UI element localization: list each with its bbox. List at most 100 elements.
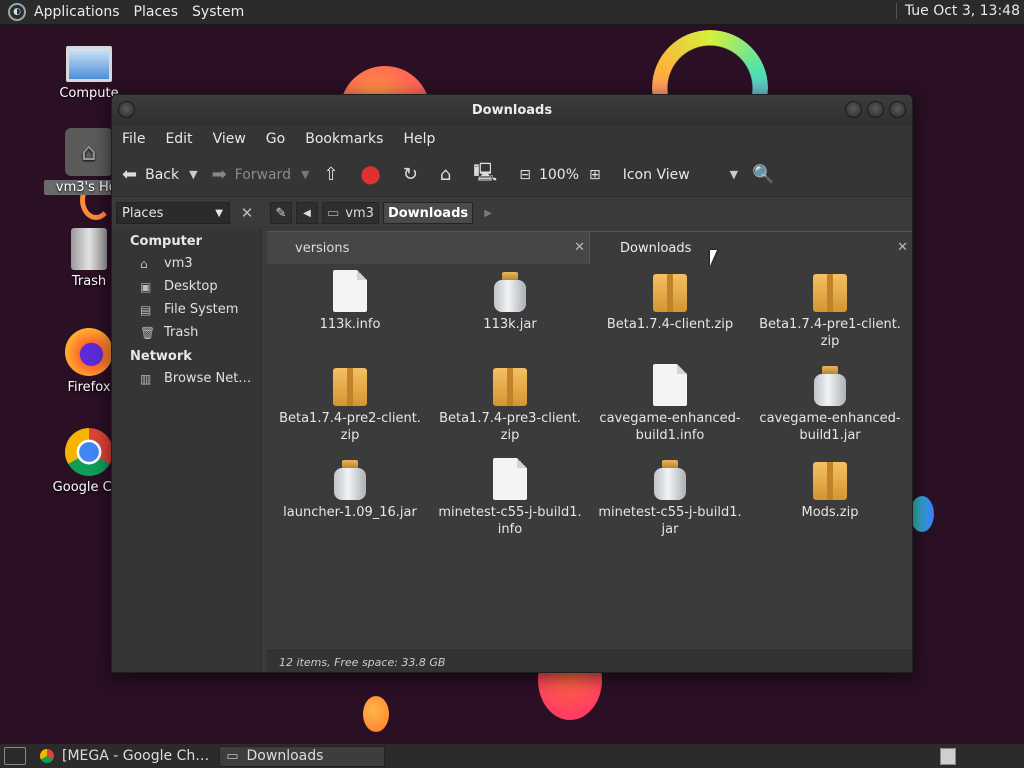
show-desktop-button[interactable] (4, 747, 26, 765)
menu-go[interactable]: Go (266, 131, 285, 147)
back-label: Back (145, 166, 180, 183)
folder-icon: ▭ (327, 205, 340, 221)
breadcrumb-label: vm3 (345, 205, 374, 221)
clock[interactable]: Tue Oct 3, 13:48 (895, 3, 1020, 19)
menu-help[interactable]: Help (403, 131, 435, 147)
menu-places[interactable]: Places (134, 4, 179, 20)
stop-button[interactable]: ⬤ (361, 164, 389, 185)
wallpaper-blob (363, 696, 389, 732)
tab-versions[interactable]: versions ✕ (267, 231, 589, 264)
breadcrumb-downloads[interactable]: Downloads (382, 202, 474, 224)
sidebar-item-desktop[interactable]: ▣ Desktop (112, 275, 261, 298)
sidebar-item-vm3[interactable]: ⌂ vm3 (112, 252, 261, 275)
zoom-in-icon[interactable]: ⊞ (589, 167, 601, 183)
home-folder-icon: ⌂ (65, 128, 113, 176)
location-bar: Places ▼ ✕ ✎ ◀ ▭ vm3 Downloads ▶ (112, 197, 912, 229)
zoom-level: 100% (538, 166, 579, 183)
sidebar-item-file-system[interactable]: ▤ File System (112, 298, 261, 321)
zoom-control: ⊟ 100% ⊞ (519, 167, 609, 183)
breadcrumb-left-arrow-icon[interactable]: ◀ (296, 202, 318, 224)
minimize-button[interactable] (845, 101, 862, 118)
sidebar-item-label: Trash (164, 325, 199, 340)
file-item[interactable]: launcher-1.09_16.jar (275, 456, 425, 521)
zoom-out-icon[interactable]: ⊟ (519, 167, 531, 183)
archive-icon (650, 268, 690, 312)
trash-icon (71, 228, 107, 270)
file-item[interactable]: Beta1.7.4-pre1-client. zip (755, 268, 905, 350)
sidebar-selector-label: Places (122, 205, 164, 221)
reload-icon: ↻ (402, 164, 418, 185)
file-item[interactable]: 113k.jar (435, 268, 585, 333)
archive-icon (490, 362, 530, 406)
edit-location-button[interactable]: ✎ (270, 202, 292, 224)
sidebar-selector[interactable]: Places ▼ (116, 202, 230, 224)
view-mode-select[interactable]: Icon View ▼ (623, 167, 738, 183)
file-item[interactable]: minetest-c55-j-build1. info (435, 456, 585, 538)
sidebar-item-trash[interactable]: 🗑 Trash (112, 321, 261, 344)
forward-button[interactable]: ➡ Forward ▼ (212, 164, 310, 185)
search-button[interactable]: 🔍 (752, 164, 782, 185)
home-icon: ⌂ (140, 256, 148, 271)
breadcrumb: ✎ ◀ ▭ vm3 Downloads ▶ (270, 202, 503, 224)
breadcrumb-vm3[interactable]: ▭ vm3 (322, 202, 379, 224)
reload-button[interactable]: ↻ (403, 164, 426, 185)
mouse-cursor-icon (710, 250, 724, 266)
file-item[interactable]: Mods.zip (755, 456, 905, 521)
file-item[interactable]: 113k.info (275, 268, 425, 333)
jar-icon (650, 456, 690, 500)
file-name: 113k.jar (483, 317, 537, 332)
file-name: Mods.zip (801, 505, 859, 520)
up-arrow-icon: ⇧ (323, 164, 339, 185)
file-name: cavegame-enhanced- build1.info (599, 411, 741, 443)
view-mode-label: Icon View (622, 166, 690, 183)
archive-icon (810, 268, 850, 312)
chevron-down-icon[interactable]: ▼ (189, 168, 197, 181)
file-item[interactable]: cavegame-enhanced- build1.jar (755, 362, 905, 444)
maximize-button[interactable] (867, 101, 884, 118)
back-button[interactable]: ⬅ Back ▼ (122, 164, 198, 185)
breadcrumb-right-arrow-icon[interactable]: ▶ (477, 202, 499, 224)
file-item[interactable]: Beta1.7.4-pre3-client. zip (435, 362, 585, 444)
close-tab-icon[interactable]: ✕ (897, 240, 908, 255)
chrome-icon (65, 428, 113, 476)
menu-view[interactable]: View (213, 131, 246, 147)
computer-icon: 🖳 (473, 161, 498, 183)
window-titlebar[interactable]: Downloads (112, 95, 912, 125)
desktop-icon: ▣ (140, 279, 152, 294)
drive-icon: ▤ (140, 302, 152, 317)
close-button[interactable] (889, 101, 906, 118)
up-button[interactable]: ⇧ (323, 164, 346, 185)
tab-label: Downloads (620, 240, 692, 256)
file-item[interactable]: cavegame-enhanced- build1.info (595, 362, 745, 444)
sidebar-item-browse-network[interactable]: ▥ Browse Net… (112, 367, 261, 390)
close-sidebar-icon[interactable]: ✕ (238, 204, 256, 222)
window-menu-button[interactable] (118, 101, 135, 118)
menu-applications[interactable]: Applications (34, 4, 120, 20)
file-item[interactable]: Beta1.7.4-pre2-client. zip (275, 362, 425, 444)
taskbar-item-label: [MEGA - Google Ch… (62, 748, 210, 764)
chevron-down-icon: ▼ (215, 207, 223, 219)
menubar: File Edit View Go Bookmarks Help (112, 125, 912, 153)
menu-system[interactable]: System (192, 4, 244, 20)
desktop-icon-computer[interactable]: Compute (44, 46, 134, 101)
menu-edit[interactable]: Edit (165, 131, 192, 147)
file-item[interactable]: minetest-c55-j-build1. jar (595, 456, 745, 538)
file-item[interactable]: Beta1.7.4-client.zip (595, 268, 745, 333)
distro-logo-icon[interactable]: ◐ (8, 3, 26, 21)
chevron-down-icon[interactable]: ▼ (301, 168, 309, 181)
wallpaper-blob (910, 496, 934, 532)
computer-icon (66, 46, 112, 82)
taskbar-item-downloads[interactable]: ▭ Downloads (219, 745, 386, 767)
status-bar: 12 items, Free space: 33.8 GB (267, 650, 912, 672)
document-icon (490, 456, 530, 500)
close-tab-icon[interactable]: ✕ (574, 240, 585, 255)
menu-file[interactable]: File (122, 131, 145, 147)
chrome-icon (40, 749, 54, 763)
taskbar-item-chrome[interactable]: [MEGA - Google Ch… (34, 746, 215, 767)
home-button[interactable]: ⌂ (440, 164, 459, 185)
workspace-switcher[interactable] (940, 748, 956, 765)
menu-bookmarks[interactable]: Bookmarks (305, 131, 383, 147)
computer-button[interactable]: 🖳 (473, 160, 505, 190)
sidebar-item-label: vm3 (164, 256, 193, 271)
tab-downloads[interactable]: Downloads ✕ (589, 231, 912, 264)
